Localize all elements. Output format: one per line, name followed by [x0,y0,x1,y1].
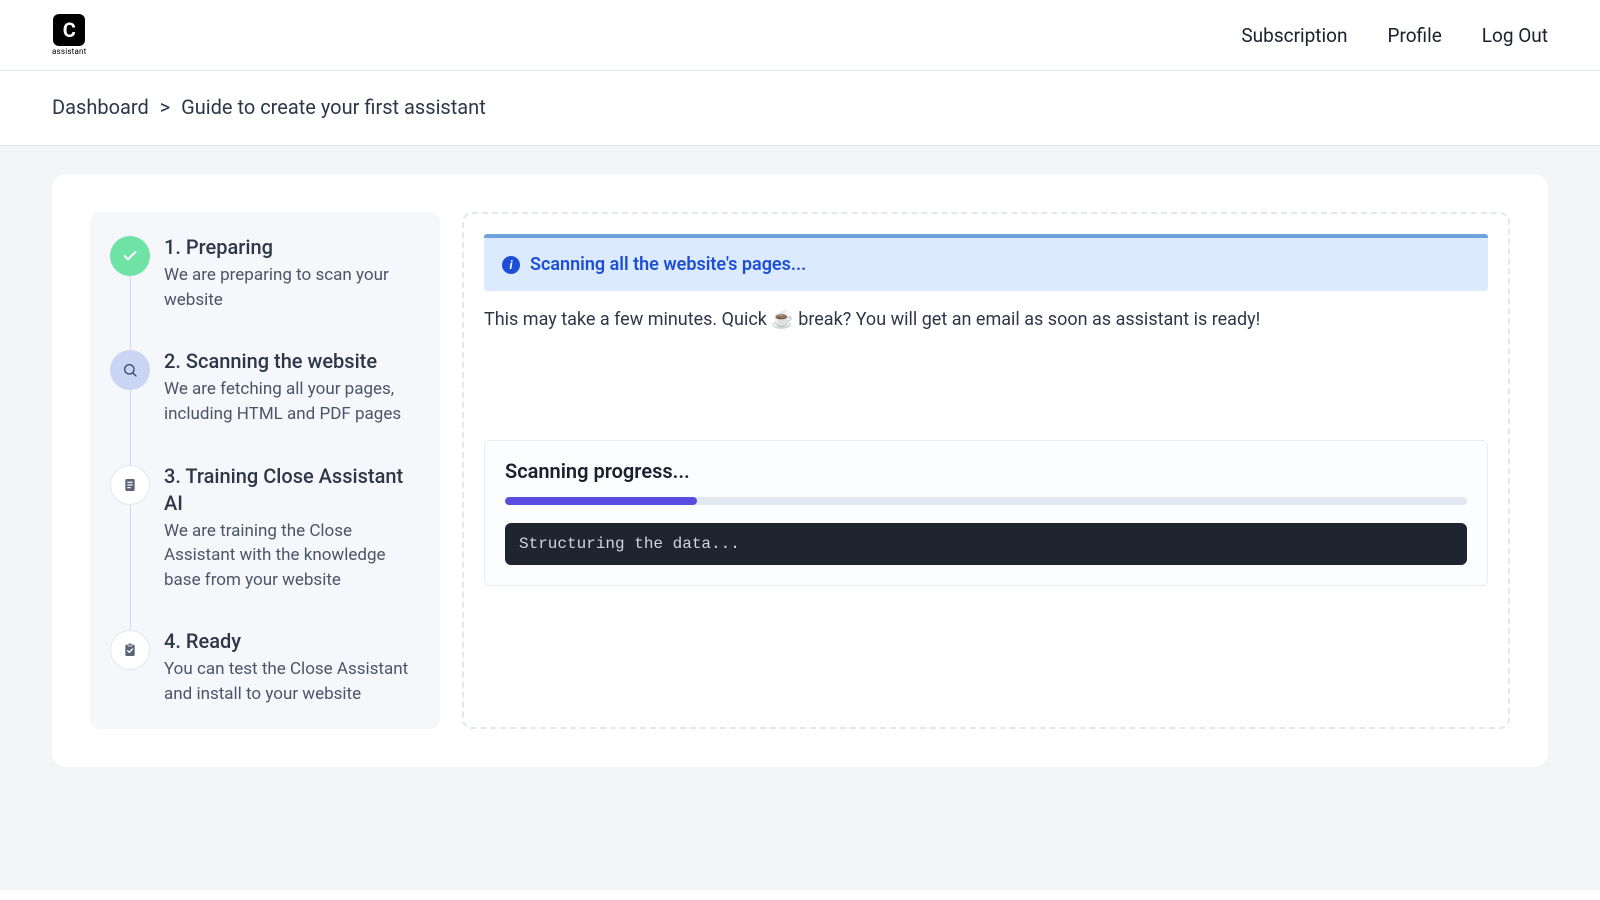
logo-mark: C [53,14,85,46]
wizard-card: 1. Preparing We are preparing to scan yo… [52,174,1548,767]
step-title: 1. Preparing [164,234,420,261]
step-connector [130,503,131,633]
steps-panel: 1. Preparing We are preparing to scan yo… [90,212,440,729]
step-preparing: 1. Preparing We are preparing to scan yo… [110,234,420,348]
breadcrumb-root[interactable]: Dashboard [52,95,149,119]
search-icon [110,350,150,390]
step-title: 4. Ready [164,628,420,655]
step-title: 3. Training Close Assistant AI [164,463,420,517]
info-banner: i Scanning all the website's pages... [484,234,1488,291]
step-title: 2. Scanning the website [164,348,420,375]
page-body: 1. Preparing We are preparing to scan yo… [0,146,1600,890]
check-icon [110,236,150,276]
progress-card: Scanning progress... Structuring the dat… [484,440,1488,586]
logo-glyph: C [63,18,76,42]
step-scanning: 2. Scanning the website We are fetching … [110,348,420,462]
breadcrumb: Dashboard > Guide to create your first a… [0,71,1600,146]
breadcrumb-separator: > [160,95,170,119]
hint-text: This may take a few minutes. Quick ☕ bre… [484,309,1488,330]
brand-logo[interactable]: C assistant [52,14,87,56]
step-desc: We are preparing to scan your website [164,263,420,312]
logo-subtext: assistant [52,47,87,56]
topbar: C assistant Subscription Profile Log Out [0,0,1600,71]
top-nav: Subscription Profile Log Out [1241,24,1548,47]
step-desc: We are fetching all your pages, includin… [164,377,420,426]
progress-bar-fill [505,497,697,505]
step-connector [130,388,131,466]
step-desc: We are training the Close Assistant with… [164,519,420,593]
breadcrumb-current: Guide to create your first assistant [181,95,486,119]
progress-bar [505,497,1467,505]
status-terminal: Structuring the data... [505,523,1467,565]
clipboard-check-icon [110,630,150,670]
step-connector [130,274,131,352]
step-desc: You can test the Close Assistant and ins… [164,657,420,706]
nav-logout[interactable]: Log Out [1482,24,1548,47]
nav-profile[interactable]: Profile [1387,24,1441,47]
step-ready: 4. Ready You can test the Close Assistan… [110,628,420,706]
main-panel: i Scanning all the website's pages... Th… [462,212,1510,729]
info-message: Scanning all the website's pages... [530,254,806,275]
progress-title: Scanning progress... [505,459,1467,483]
document-icon [110,465,150,505]
nav-subscription[interactable]: Subscription [1241,24,1347,47]
info-icon: i [502,256,520,274]
step-training: 3. Training Close Assistant AI We are tr… [110,463,420,629]
